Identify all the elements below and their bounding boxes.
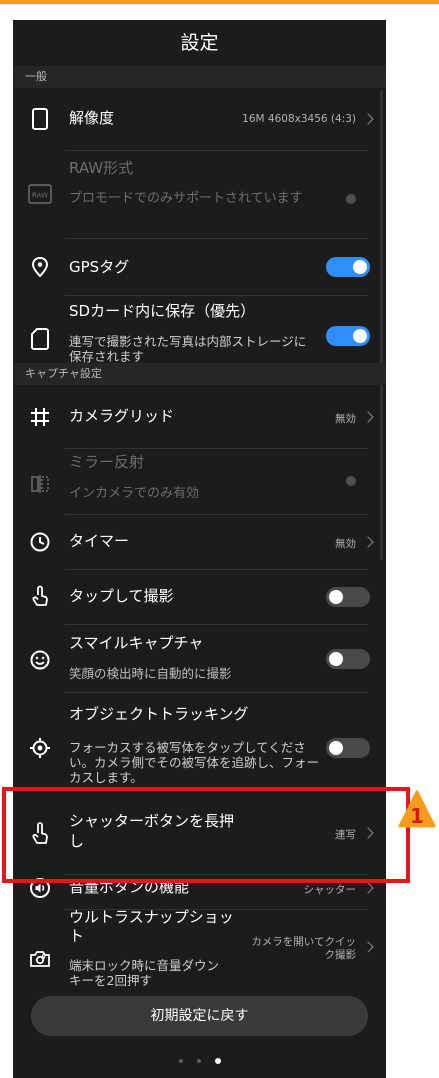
setting-smile-capture[interactable]: スマイルキャプチャ 笑顔の検出時に自動的に撮影: [13, 625, 386, 692]
grid-icon: [27, 404, 53, 430]
toggle-knob: [353, 329, 367, 343]
target-icon: [27, 735, 53, 761]
setting-label: ミラー反射: [69, 453, 145, 471]
raw-icon: RAW: [27, 181, 53, 207]
setting-gps-tag[interactable]: GPSタグ: [13, 239, 386, 295]
disabled-toggle-indicator: [346, 476, 356, 486]
setting-description: インカメラでのみ有効: [69, 486, 200, 501]
tap-to-capture-toggle[interactable]: [326, 587, 370, 607]
setting-description: 連写で撮影された写真は内部ストレージに保存されます: [69, 334, 307, 364]
page-dot: [196, 1058, 201, 1063]
gps-toggle[interactable]: [326, 257, 370, 277]
smile-capture-toggle[interactable]: [326, 649, 370, 669]
setting-description: フォーカスする被写体をタップしてください。カメラ側でその被写体を追跡し、フォーカ…: [69, 740, 320, 785]
page-dot-active: [214, 1057, 221, 1064]
setting-mirror-reflection: ミラー反射 インカメラでのみ有効: [13, 449, 386, 514]
object-tracking-toggle[interactable]: [326, 738, 370, 758]
chevron-right-icon: [362, 113, 374, 125]
chevron-right-icon: [362, 411, 374, 423]
setting-description: 端末ロック時に音量ダウンキーを2回押す: [69, 958, 220, 988]
page-indicator: [13, 1050, 386, 1064]
setting-value: 無効: [335, 538, 356, 550]
setting-timer[interactable]: タイマー 無効: [13, 515, 386, 569]
annotation-number: 1: [410, 804, 424, 828]
setting-raw-format: RAW RAW形式 プロモードでのみサポートされています: [13, 151, 386, 238]
toggle-knob: [329, 590, 343, 604]
setting-label: オブジェクトトラッキング: [69, 705, 249, 723]
save-to-sd-toggle[interactable]: [326, 326, 370, 346]
location-pin-icon: [27, 254, 53, 280]
setting-label: 解像度: [69, 109, 115, 127]
setting-label: タップして撮影: [69, 587, 174, 605]
section-header-general: 一般: [13, 66, 386, 88]
toggle-knob: [353, 260, 367, 274]
setting-label: タイマー: [69, 532, 130, 550]
setting-label: GPSタグ: [69, 258, 130, 276]
chevron-right-icon: [362, 941, 374, 953]
camera-flash-icon: [27, 946, 53, 972]
highlight-box: [2, 787, 410, 883]
settings-screen: 設定 一般 解像度 16M 4608x3456 (4:3) RAW RAW形式 …: [13, 20, 386, 1078]
setting-label: カメラグリッド: [69, 407, 175, 425]
setting-value: シャッター: [303, 884, 357, 896]
clock-icon: [27, 529, 53, 555]
setting-description: プロモードでのみサポートされています: [69, 191, 303, 206]
disabled-toggle-indicator: [346, 194, 356, 204]
setting-label: RAW形式: [69, 159, 134, 177]
setting-object-tracking[interactable]: オブジェクトトラッキング フォーカスする被写体をタップしてください。カメラ側でそ…: [13, 693, 386, 799]
toggle-knob: [329, 652, 343, 666]
reset-defaults-button[interactable]: 初期設定に戻す: [31, 996, 368, 1036]
svg-text:RAW: RAW: [32, 192, 48, 200]
toggle-knob: [329, 741, 343, 755]
setting-label: スマイルキャプチャ: [69, 634, 204, 652]
setting-value: 16M 4608x3456 (4:3): [242, 113, 356, 125]
smile-icon: [27, 647, 53, 673]
setting-camera-grid[interactable]: カメラグリッド 無効: [13, 385, 386, 448]
chevron-right-icon: [362, 536, 374, 548]
chevron-right-icon: [362, 882, 374, 894]
top-strip: [0, 0, 439, 4]
page-dot: [178, 1058, 183, 1063]
setting-ultra-snapshot[interactable]: ウルトラスナップショット 端末ロック時に音量ダウンキーを2回押す カメラを開いて…: [13, 908, 386, 990]
setting-value: 無効: [335, 413, 356, 425]
setting-resolution[interactable]: 解像度 16M 4608x3456 (4:3): [13, 88, 386, 150]
phone-icon: [27, 106, 53, 132]
setting-label: SDカード内に保存（優先）: [69, 302, 256, 320]
mirror-icon: [27, 471, 53, 497]
warning-icon: 1: [398, 790, 436, 830]
section-header-capture: キャプチャ設定: [13, 363, 386, 385]
setting-tap-to-capture[interactable]: タップして撮影: [13, 570, 386, 624]
setting-value: カメラを開いてクイック撮影: [251, 936, 356, 961]
setting-description: 笑顔の検出時に自動的に撮影: [69, 666, 232, 681]
tap-icon: [27, 583, 53, 609]
page-title: 設定: [180, 32, 219, 54]
setting-label: ウルトラスナップショット: [69, 908, 234, 945]
sd-card-icon: [27, 326, 53, 352]
